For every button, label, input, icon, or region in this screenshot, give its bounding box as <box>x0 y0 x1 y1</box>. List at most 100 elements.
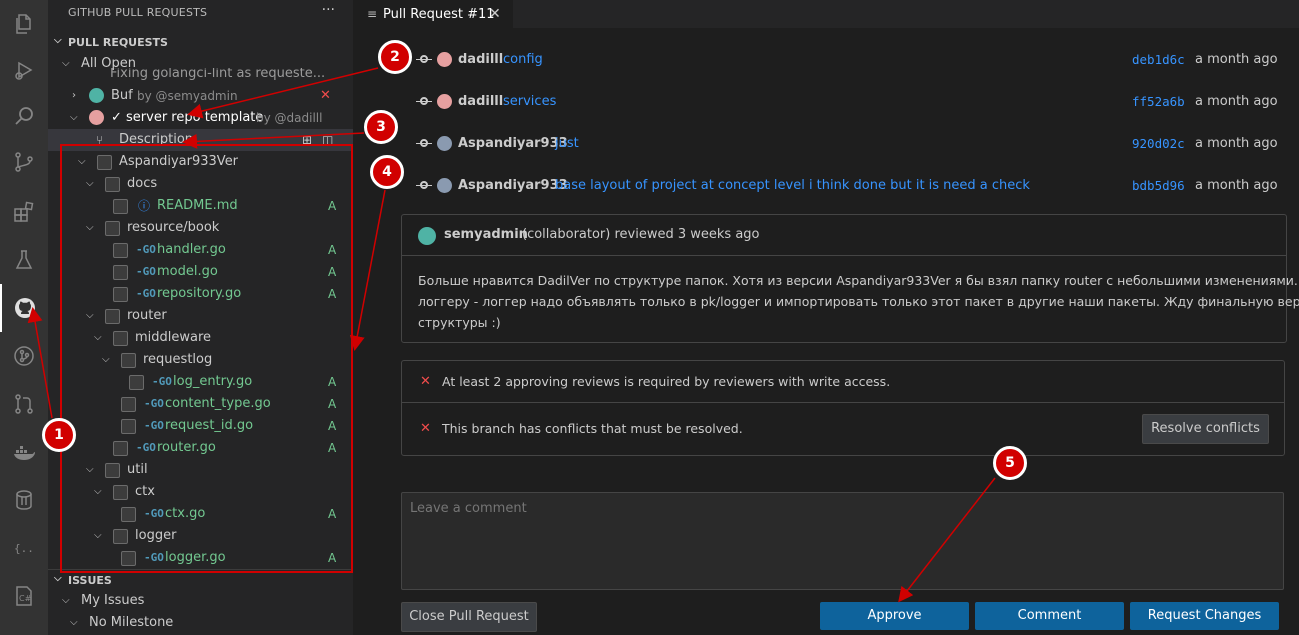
database-icon[interactable] <box>0 476 48 524</box>
tree-item-no-milestone[interactable]: ⌵ No Milestone <box>48 612 353 634</box>
request-changes-button[interactable]: Request Changes <box>1130 602 1279 630</box>
comment-input[interactable] <box>401 492 1284 590</box>
checkbox[interactable] <box>105 177 120 192</box>
issues-section-label: ISSUES <box>68 574 112 587</box>
commit-row[interactable]: Aspandiyar933 base layout of project at … <box>416 175 1280 197</box>
commit-message[interactable]: services <box>503 91 556 113</box>
checkbox[interactable] <box>105 463 120 478</box>
close-icon[interactable]: ✕ <box>320 85 331 107</box>
checkbox[interactable] <box>113 265 128 280</box>
pull-request-icon[interactable] <box>0 380 48 428</box>
explorer-icon[interactable] <box>0 0 48 48</box>
file-label: README.md <box>157 198 238 213</box>
tab-pull-request[interactable]: ≡ Pull Request #11 ✕ <box>353 0 513 29</box>
github-icon[interactable] <box>0 284 48 332</box>
commit-hash[interactable]: 920d02c <box>1132 133 1185 155</box>
tree-file-readme[interactable]: ⓘ README.md A <box>48 195 353 217</box>
tree-folder-ctx[interactable]: ⌵ ctx <box>48 481 353 503</box>
checkbox[interactable] <box>113 243 128 258</box>
commit-message[interactable]: base layout of project at concept level … <box>555 175 1030 197</box>
json-icon[interactable]: {...} <box>0 524 48 572</box>
git-graph-icon[interactable] <box>0 332 48 380</box>
tree-file-model[interactable]: -GO model.go A <box>48 261 353 283</box>
commit-hash[interactable]: ff52a6b <box>1132 91 1185 113</box>
source-control-icon[interactable] <box>0 138 48 186</box>
annotation-badge: 5 <box>993 446 1027 480</box>
open-changes-icon[interactable]: ⊞ <box>302 129 312 151</box>
checkbox[interactable] <box>113 441 128 456</box>
tree-folder-resource-book[interactable]: ⌵ resource/book <box>48 217 353 239</box>
tree-item-description[interactable]: ⑂ Description ⊞ ◫ <box>48 129 353 151</box>
tree-folder-util[interactable]: ⌵ util <box>48 459 353 481</box>
close-icon[interactable]: ✕ <box>489 6 501 22</box>
go-file-icon: -GO <box>136 441 156 454</box>
checkbox[interactable] <box>113 287 128 302</box>
go-file-icon: -GO <box>152 375 172 388</box>
tree-file-content-type[interactable]: -GO content_type.go A <box>48 393 353 415</box>
checkbox[interactable] <box>105 309 120 324</box>
more-actions-icon[interactable]: ··· <box>322 2 335 18</box>
checkbox[interactable] <box>113 529 128 544</box>
checkbox[interactable] <box>121 507 136 522</box>
commit-message[interactable]: config <box>503 49 543 71</box>
checkbox[interactable] <box>121 551 136 566</box>
tree-file-logger-go[interactable]: -GO logger.go A <box>48 547 353 569</box>
tree-folder-middleware[interactable]: ⌵ middleware <box>48 327 353 349</box>
checkbox[interactable] <box>113 199 128 214</box>
tree-folder-docs[interactable]: ⌵ docs <box>48 173 353 195</box>
commit-author[interactable]: Aspandiyar933 <box>458 133 568 155</box>
tree-file-handler[interactable]: -GO handler.go A <box>48 239 353 261</box>
tree-folder-router[interactable]: ⌵ router <box>48 305 353 327</box>
checkbox[interactable] <box>113 485 128 500</box>
search-icon[interactable] <box>0 92 48 140</box>
pull-requests-section-header[interactable]: ⌵ PULL REQUESTS <box>48 32 353 54</box>
tree-file-ctx-go[interactable]: -GO ctx.go A <box>48 503 353 525</box>
check-text: This branch has conflicts that must be r… <box>442 421 743 436</box>
commit-row[interactable]: dadilll config deb1d6c a month ago <box>416 49 1280 71</box>
tree-file-router-go[interactable]: -GO router.go A <box>48 437 353 459</box>
checkbox[interactable] <box>121 353 136 368</box>
commit-author[interactable]: dadilll <box>458 91 503 113</box>
tree-folder-root[interactable]: ⌵ Aspandiyar933Ver <box>48 151 353 173</box>
issues-section-header[interactable]: ⌵ ISSUES <box>48 570 353 592</box>
checkbox[interactable] <box>113 331 128 346</box>
tree-file-repository[interactable]: -GO repository.go A <box>48 283 353 305</box>
commit-author[interactable]: Aspandiyar933 <box>458 175 568 197</box>
tree-item-current-pr[interactable]: ⌵ ✓ server repo template by @dadilll <box>48 107 353 129</box>
resolve-conflicts-button[interactable]: Resolve conflicts <box>1142 414 1269 444</box>
testing-icon[interactable] <box>0 236 48 284</box>
approve-button[interactable]: Approve <box>820 602 969 630</box>
extensions-icon[interactable] <box>0 188 48 236</box>
commit-hash[interactable]: deb1d6c <box>1132 49 1185 71</box>
avatar <box>437 94 452 109</box>
commit-author[interactable]: dadilll <box>458 49 503 71</box>
commit-date: a month ago <box>1195 94 1278 109</box>
checkbox[interactable] <box>121 397 136 412</box>
commit-hash[interactable]: bdb5d96 <box>1132 175 1185 197</box>
checkbox[interactable] <box>97 155 112 170</box>
run-debug-icon[interactable] <box>0 46 48 94</box>
commit-message[interactable]: just <box>555 133 579 155</box>
close-pull-request-button[interactable]: Close Pull Request <box>401 602 537 632</box>
tree-folder-requestlog[interactable]: ⌵ requestlog <box>48 349 353 371</box>
tree-item-truncated-pr[interactable]: Fixing golangci-lint as requeste... <box>48 68 353 80</box>
tree-item-my-issues[interactable]: ⌵ My Issues <box>48 590 353 612</box>
tree-folder-logger[interactable]: ⌵ logger <box>48 525 353 547</box>
split-view-icon[interactable]: ◫ <box>322 129 333 151</box>
checkbox[interactable] <box>129 375 144 390</box>
checkbox[interactable] <box>121 419 136 434</box>
merge-checks: ✕ At least 2 approving reviews is requir… <box>401 360 1285 456</box>
csharp-icon[interactable]: C# <box>0 572 48 620</box>
go-file-icon: -GO <box>136 243 156 256</box>
folder-label: requestlog <box>143 352 213 367</box>
tree-file-request-id[interactable]: -GO request_id.go A <box>48 415 353 437</box>
tree-item-buf[interactable]: › Buf by @semyadmin ✕ <box>48 85 353 107</box>
annotation-badge: 4 <box>370 155 404 189</box>
tree-file-log-entry[interactable]: -GO log_entry.go A <box>48 371 353 393</box>
commit-row[interactable]: dadilll services ff52a6b a month ago <box>416 91 1280 113</box>
checkbox[interactable] <box>105 221 120 236</box>
docker-icon[interactable] <box>0 428 48 476</box>
commit-row[interactable]: Aspandiyar933 just 920d02c a month ago <box>416 133 1280 155</box>
comment-button[interactable]: Comment <box>975 602 1124 630</box>
review-author[interactable]: semyadmin <box>444 227 528 242</box>
